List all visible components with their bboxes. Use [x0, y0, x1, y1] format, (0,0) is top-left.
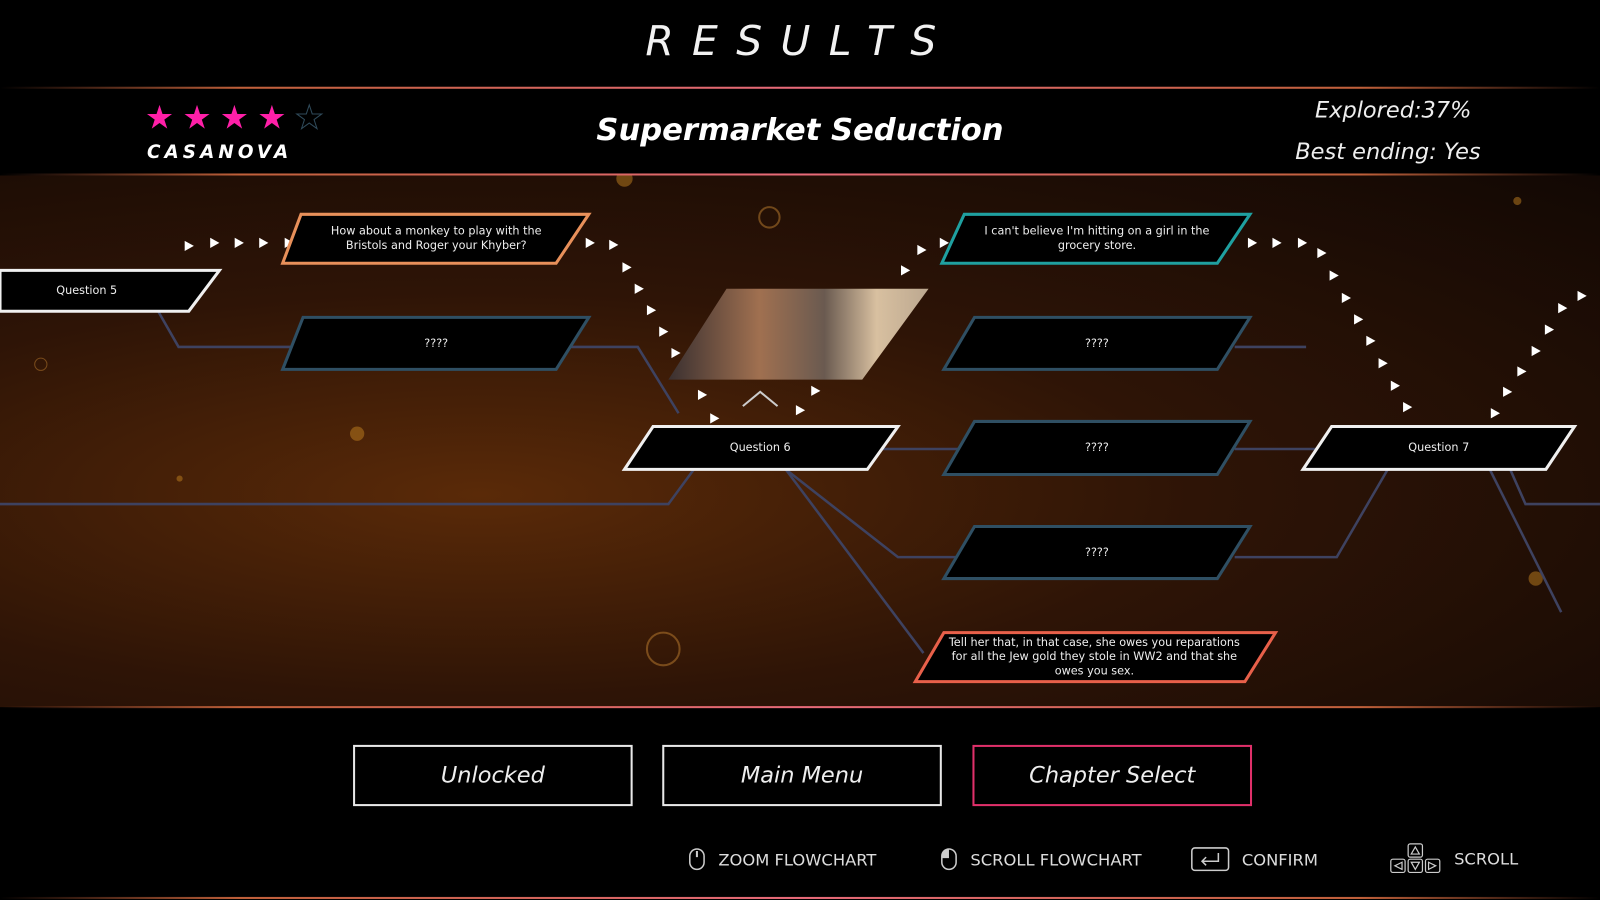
path-arrow-icon	[646, 305, 657, 316]
path-arrow-icon	[585, 237, 595, 248]
q5-answer-locked[interactable]: ????	[316, 317, 556, 369]
path-arrow-icon	[1366, 335, 1376, 346]
q6-answer-chosen[interactable]: I can't believe I'm hitting on a girl in…	[974, 214, 1219, 263]
path-arrow-icon	[184, 240, 194, 252]
path-arrow-icon	[1490, 408, 1500, 419]
path-arrow-icon	[811, 385, 821, 396]
path-arrow-icon	[1329, 270, 1339, 281]
path-arrow-icon	[1354, 314, 1364, 325]
q6-answer-alt[interactable]: Tell her that, in that case, she owes yo…	[944, 633, 1245, 682]
hint-label: SCROLL FLOWCHART	[970, 849, 1142, 869]
q6-answer-locked[interactable]: ????	[974, 527, 1219, 579]
path-arrow-icon	[1403, 402, 1413, 413]
mouse-wheel-icon	[689, 848, 705, 871]
path-arrow-icon	[234, 237, 244, 248]
path-arrow-icon	[697, 389, 708, 400]
q6-answer-locked[interactable]: ????	[974, 317, 1219, 369]
main-menu-button[interactable]: Main Menu	[662, 744, 942, 807]
path-arrow-icon	[1577, 290, 1587, 302]
path-arrow-icon	[1390, 380, 1400, 391]
path-arrow-icon	[1558, 303, 1568, 314]
hint-scroll: SCROLL	[1389, 843, 1518, 874]
bokeh-particles	[34, 175, 1543, 667]
path-arrow-icon	[1378, 358, 1388, 369]
hint-label: SCROLL	[1454, 848, 1519, 868]
divider	[0, 86, 1600, 89]
path-arrow-icon	[210, 237, 220, 248]
mouse-left-icon	[941, 848, 957, 871]
flowchart[interactable]: Question 5 How about a monkey to play wi…	[0, 175, 1600, 708]
path-arrow-icon	[1297, 237, 1308, 248]
path-arrow-icon	[609, 239, 619, 250]
page-title: RESULTS	[645, 18, 955, 66]
path-arrow-icon	[634, 283, 644, 294]
path-arrow-icon	[1247, 237, 1258, 248]
question-5-label[interactable]: Question 5	[0, 270, 173, 311]
q5-answer-chosen[interactable]: How about a monkey to play with the Bris…	[316, 214, 556, 263]
path-arrow-icon	[901, 265, 911, 276]
path-arrow-icon	[1317, 247, 1327, 259]
path-arrow-icon	[659, 326, 669, 337]
best-ending-stat: Best ending: Yes	[1295, 139, 1481, 166]
scene-thumbnail	[668, 288, 929, 380]
path-arrow-icon	[1503, 386, 1513, 397]
path-arrow-icon	[939, 237, 949, 248]
divider	[0, 896, 1600, 899]
hint-label: ZOOM FLOWCHART	[718, 849, 877, 869]
enter-key-icon	[1191, 847, 1230, 872]
chapter-select-button[interactable]: Chapter Select	[972, 744, 1253, 807]
hint-scroll-flowchart: SCROLL FLOWCHART	[940, 847, 1142, 871]
path-arrow-icon	[1531, 345, 1541, 357]
hint-zoom: ZOOM FLOWCHART	[688, 847, 877, 871]
question-7-label[interactable]: Question 7	[1332, 427, 1546, 470]
chevron-up-icon	[742, 390, 779, 407]
q6-answer-locked[interactable]: ????	[974, 421, 1219, 474]
path-arrow-icon	[1341, 292, 1352, 304]
path-arrow-icon	[1544, 324, 1555, 335]
path-arrow-icon	[622, 262, 632, 273]
explored-stat: Explored:37%	[1314, 97, 1472, 124]
path-arrow-icon	[795, 405, 806, 416]
path-arrow-icon	[710, 413, 720, 424]
hint-label: CONFIRM	[1241, 849, 1318, 869]
path-arrow-icon	[671, 347, 681, 359]
path-arrow-icon	[259, 237, 269, 248]
divider	[0, 706, 1600, 709]
path-arrow-icon	[1272, 237, 1282, 248]
path-arrow-icon	[917, 244, 927, 256]
hint-confirm: CONFIRM	[1191, 847, 1318, 872]
path-arrow-icon	[1517, 366, 1527, 377]
question-6-label[interactable]: Question 6	[653, 427, 867, 470]
unlocked-button[interactable]: Unlocked	[353, 744, 633, 807]
arrow-keys-icon	[1390, 843, 1441, 874]
